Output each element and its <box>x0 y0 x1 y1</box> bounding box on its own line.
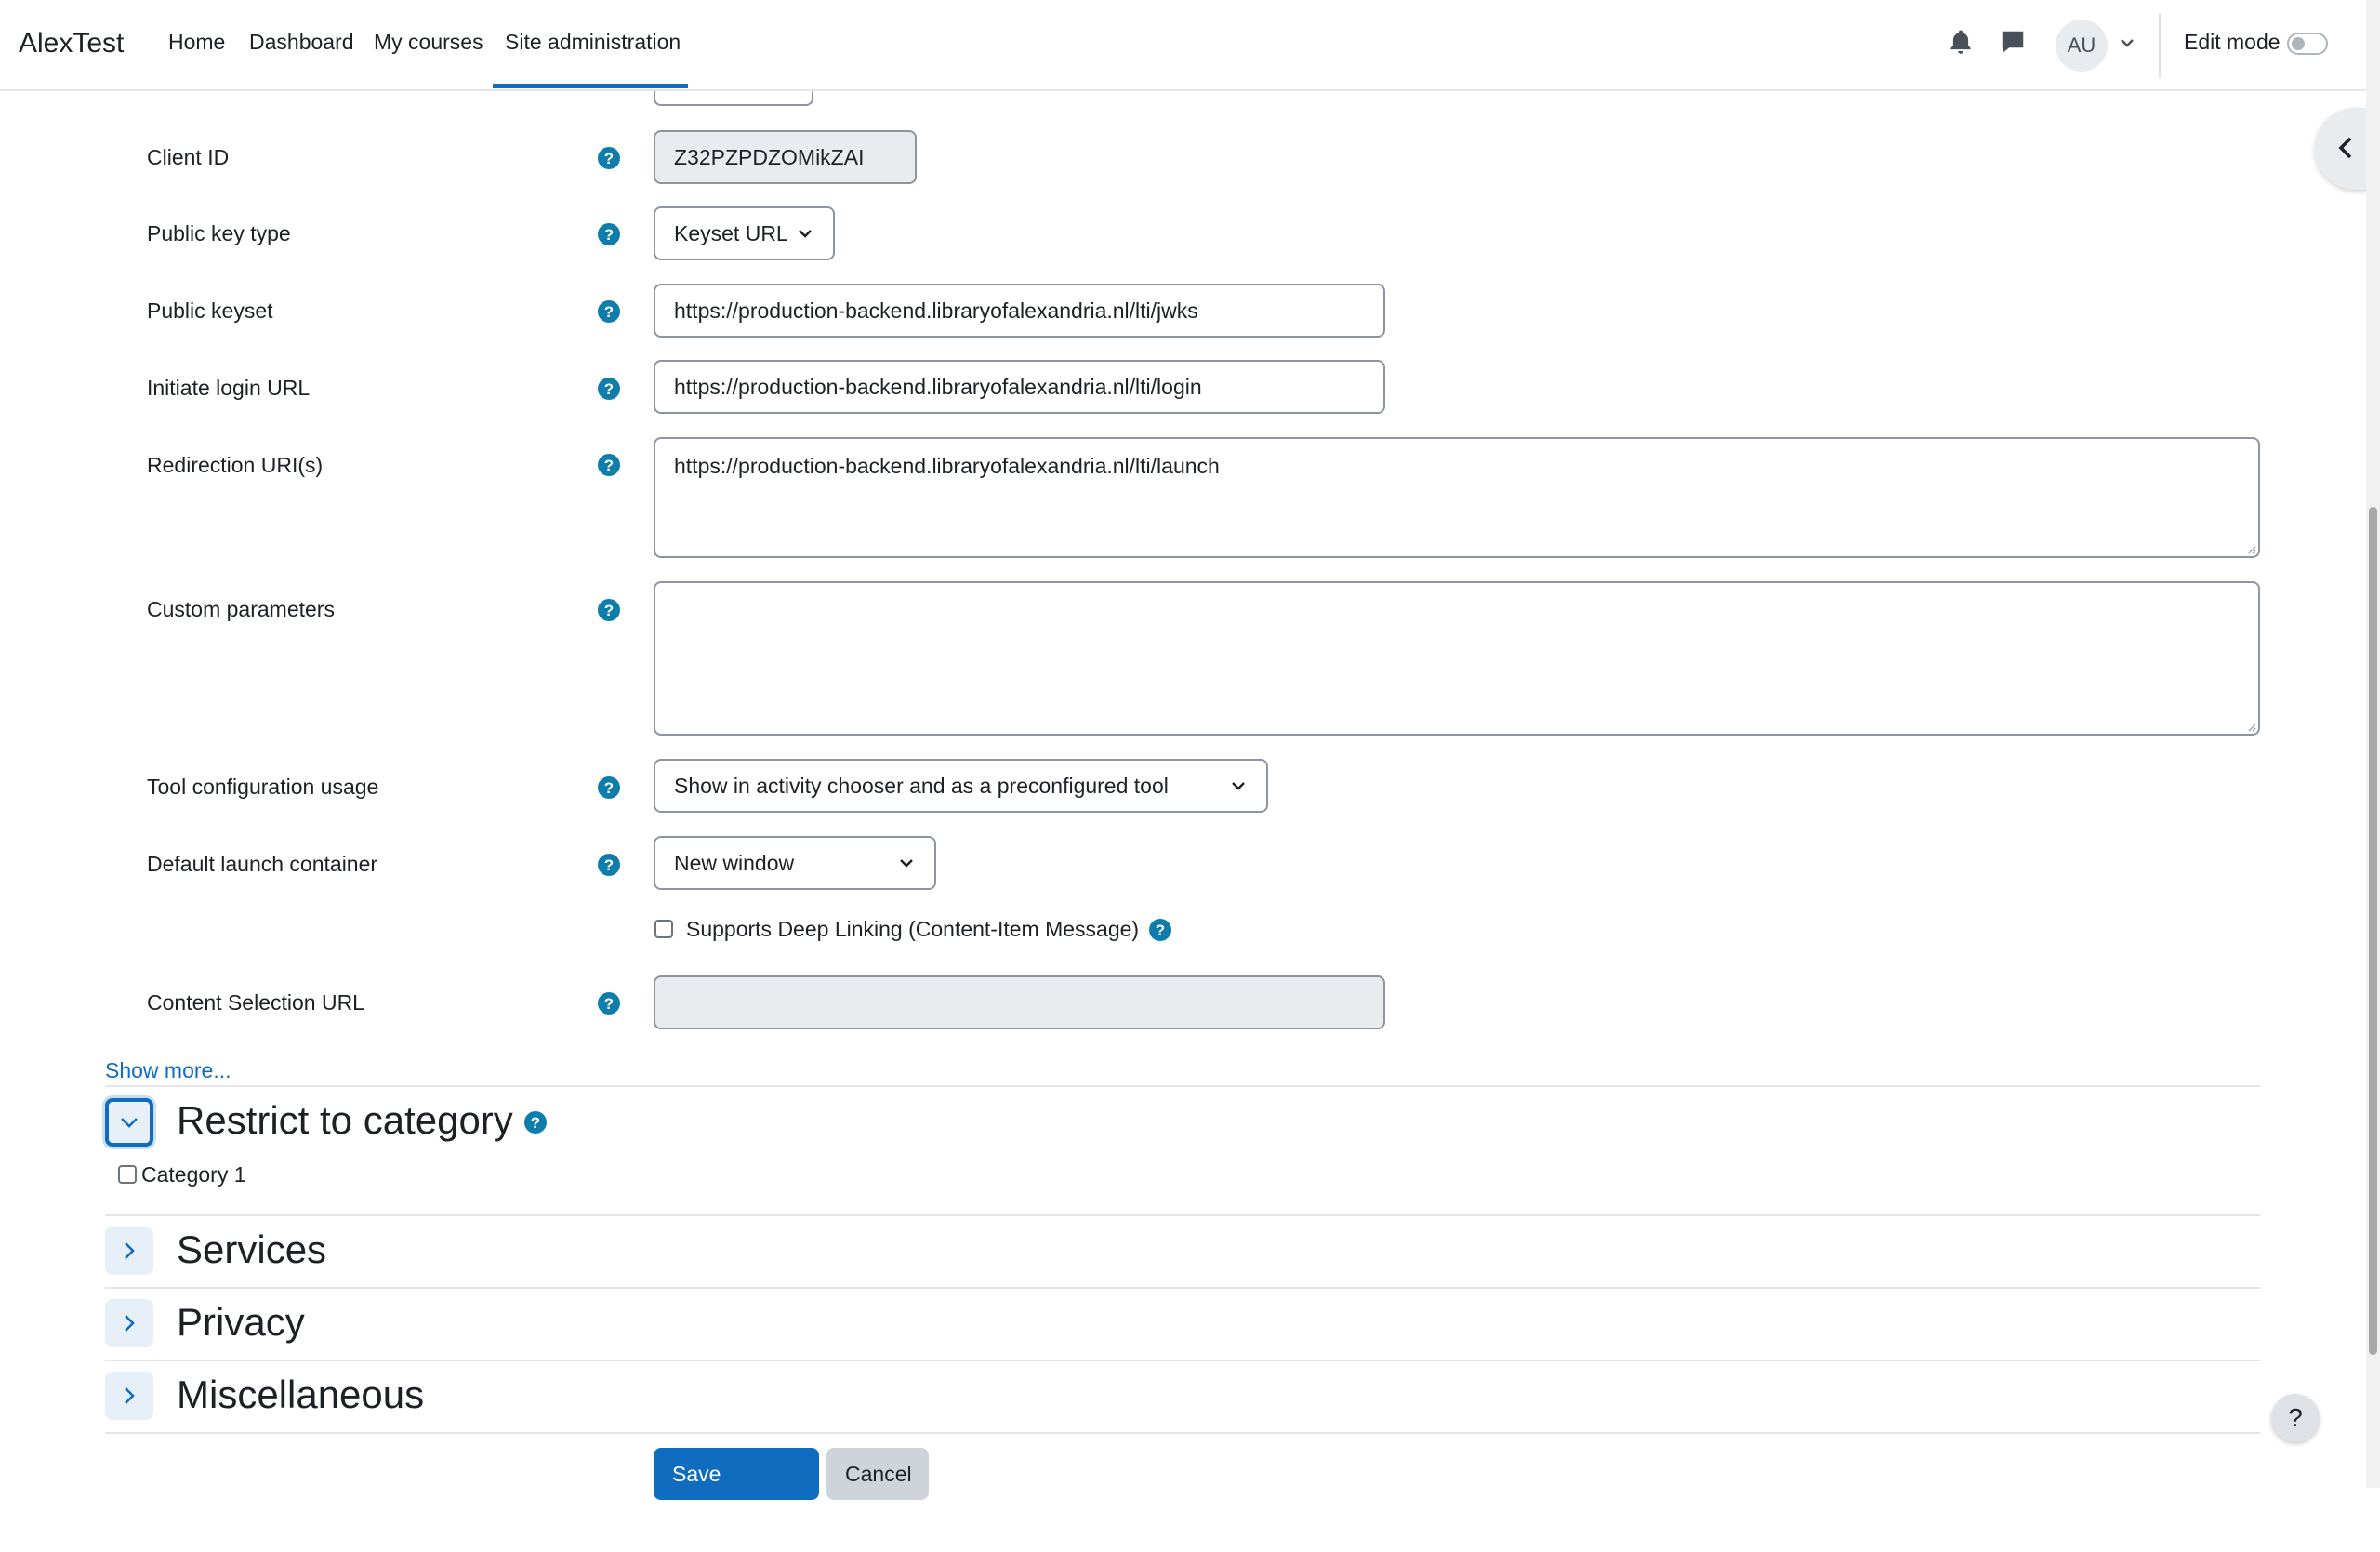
show-more-link[interactable]: Show more... <box>105 1058 231 1083</box>
help-icon[interactable]: ? <box>523 1110 548 1134</box>
help-icon[interactable]: ? <box>597 222 621 246</box>
svg-text:?: ? <box>604 457 614 474</box>
initiate-login-url-value: https://production-backend.libraryofalex… <box>674 375 1202 399</box>
chevron-left-icon <box>2338 137 2352 159</box>
svg-text:?: ? <box>604 380 614 398</box>
divider <box>105 1214 2260 1216</box>
toggle-knob <box>2292 37 2305 50</box>
public-keyset-value: https://production-backend.libraryofalex… <box>674 298 1198 323</box>
chevron-right-icon <box>125 1315 135 1332</box>
help-icon[interactable]: ? <box>597 377 621 401</box>
content-selection-url-label: Content Selection URL <box>147 990 364 1015</box>
chevron-down-icon <box>900 859 913 868</box>
svg-text:?: ? <box>531 1114 540 1132</box>
nav-my-courses[interactable]: My courses <box>374 30 483 55</box>
divider <box>105 1432 2260 1434</box>
site-brand[interactable]: AlexTest <box>19 28 124 60</box>
svg-text:?: ? <box>604 303 614 321</box>
resize-grip-icon[interactable] <box>2247 723 2256 732</box>
default-launch-container-value: New window <box>674 851 795 875</box>
help-icon[interactable]: ? <box>597 991 621 1015</box>
chevron-down-icon <box>121 1118 138 1128</box>
svg-text:?: ? <box>604 995 614 1013</box>
redirection-uris-value: https://production-backend.libraryofalex… <box>674 454 1220 478</box>
restrict-category-toggle[interactable] <box>105 1098 153 1147</box>
bell-icon[interactable] <box>1947 28 1975 56</box>
privacy-toggle[interactable] <box>105 1299 153 1347</box>
tool-config-usage-label: Tool configuration usage <box>147 775 379 799</box>
chevron-right-icon <box>125 1387 135 1404</box>
default-launch-container-label: Default launch container <box>147 852 378 876</box>
svg-text:?: ? <box>604 856 614 874</box>
tool-config-usage-value: Show in activity chooser and as a precon… <box>674 774 1169 798</box>
resize-grip-icon[interactable] <box>2247 545 2256 554</box>
initiate-login-url-input[interactable]: https://production-backend.libraryofalex… <box>654 360 1385 414</box>
top-navbar: AlexTest Home Dashboard My courses Site … <box>0 0 2366 91</box>
client-id-value: Z32PZPDZOMikZAI <box>674 145 865 169</box>
category-1-label: Category 1 <box>141 1162 246 1187</box>
help-icon[interactable]: ? <box>597 453 621 477</box>
client-id-label: Client ID <box>147 145 230 169</box>
svg-text:?: ? <box>604 602 614 619</box>
tool-config-usage-select[interactable]: Show in activity chooser and as a precon… <box>654 759 1268 813</box>
edit-mode-toggle[interactable] <box>2287 33 2328 55</box>
navbar-divider <box>2159 13 2161 78</box>
divider <box>105 1360 2260 1361</box>
help-icon[interactable]: ? <box>597 776 621 800</box>
save-changes-button[interactable]: Save changes <box>654 1448 819 1538</box>
edit-mode-label: Edit mode <box>2184 30 2281 54</box>
public-keyset-input[interactable]: https://production-backend.libraryofalex… <box>654 284 1385 338</box>
services-title[interactable]: Services <box>177 1227 326 1272</box>
help-icon[interactable]: ? <box>597 598 621 622</box>
custom-parameters-label: Custom parameters <box>147 597 335 621</box>
default-launch-container-select[interactable]: New window <box>654 836 936 890</box>
chevron-down-icon <box>799 230 812 238</box>
privacy-title[interactable]: Privacy <box>177 1300 305 1345</box>
nav-site-administration[interactable]: Site administration <box>505 30 681 55</box>
help-icon[interactable]: ? <box>597 146 621 170</box>
redirection-uris-textarea[interactable]: https://production-backend.libraryofalex… <box>654 437 2260 558</box>
miscellaneous-title[interactable]: Miscellaneous <box>177 1373 424 1417</box>
nav-active-indicator <box>493 84 688 88</box>
nav-dashboard[interactable]: Dashboard <box>249 30 354 55</box>
custom-parameters-textarea[interactable] <box>654 581 2260 736</box>
user-avatar[interactable]: AU <box>2056 20 2108 72</box>
restrict-category-title: Restrict to category <box>177 1098 513 1142</box>
public-key-type-label: Public key type <box>147 221 291 245</box>
divider <box>105 1085 2260 1087</box>
cancel-button[interactable]: Cancel <box>826 1448 929 1500</box>
scrollbar-thumb[interactable] <box>2369 507 2377 1355</box>
content-selection-url-input[interactable] <box>654 975 1385 1029</box>
services-toggle[interactable] <box>105 1227 153 1275</box>
divider <box>105 1287 2260 1289</box>
svg-text:?: ? <box>604 150 614 167</box>
deep-linking-checkbox[interactable] <box>654 920 673 938</box>
public-keyset-label: Public keyset <box>147 298 273 323</box>
nav-home[interactable]: Home <box>168 30 225 55</box>
client-id-field[interactable]: Z32PZPDZOMikZAI <box>654 130 917 184</box>
public-key-type-select[interactable]: Keyset URL <box>654 206 835 260</box>
redirection-uris-label: Redirection URI(s) <box>147 453 324 477</box>
chevron-right-icon <box>125 1242 135 1259</box>
chevron-down-icon <box>1232 782 1245 790</box>
svg-text:?: ? <box>604 779 614 797</box>
help-icon[interactable]: ? <box>1148 918 1172 942</box>
help-icon[interactable]: ? <box>597 299 621 324</box>
chevron-down-icon[interactable] <box>2118 33 2136 52</box>
miscellaneous-toggle[interactable] <box>105 1372 153 1420</box>
svg-text:?: ? <box>1156 922 1165 939</box>
deep-linking-label: Supports Deep Linking (Content-Item Mess… <box>686 917 1140 941</box>
help-fab-button[interactable]: ? <box>2271 1394 2320 1442</box>
svg-text:?: ? <box>604 226 614 244</box>
initiate-login-url-label: Initiate login URL <box>147 376 311 400</box>
category-1-checkbox[interactable] <box>118 1165 137 1184</box>
help-icon[interactable]: ? <box>597 853 621 877</box>
chat-icon[interactable] <box>1999 28 2027 56</box>
public-key-type-value: Keyset URL <box>674 221 788 245</box>
